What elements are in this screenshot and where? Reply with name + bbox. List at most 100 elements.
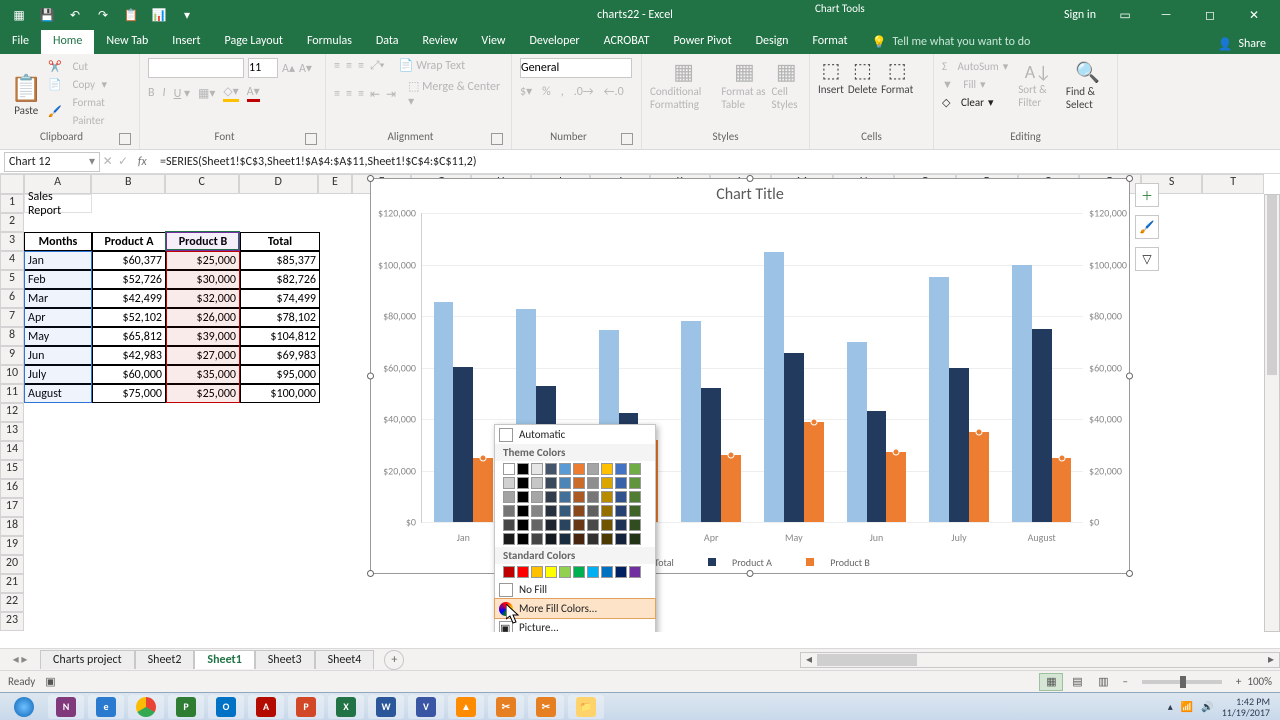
cell[interactable]: $82,726 — [240, 270, 320, 289]
taskbar-ie[interactable]: e — [88, 695, 124, 719]
cell[interactable]: $42,983 — [92, 346, 166, 365]
cell[interactable]: $74,499 — [240, 289, 320, 308]
taskbar-chrome[interactable] — [128, 695, 164, 719]
theme-color-chip[interactable] — [629, 505, 641, 517]
col-header[interactable]: D — [239, 174, 319, 194]
wraptext-button[interactable]: 📄 Wrap Text — [399, 58, 466, 73]
theme-color-chip[interactable] — [545, 519, 557, 531]
share-button[interactable]: 👤Share — [1203, 30, 1280, 54]
row-header[interactable]: 22 — [0, 593, 24, 612]
theme-color-chip[interactable] — [587, 519, 599, 531]
standard-color-chip[interactable] — [517, 566, 529, 578]
cell[interactable]: Product A — [92, 232, 166, 251]
theme-color-chip[interactable] — [601, 477, 613, 489]
fillcolor-button[interactable]: ◇▾ — [223, 84, 238, 102]
col-header[interactable]: C — [165, 174, 239, 194]
bold-button[interactable]: B — [148, 86, 155, 100]
number-launcher[interactable] — [621, 133, 633, 145]
cell[interactable]: $65,812 — [92, 327, 166, 346]
theme-color-chip[interactable] — [517, 505, 529, 517]
theme-color-chip[interactable] — [531, 463, 543, 475]
theme-color-chip[interactable] — [615, 491, 627, 503]
font-name-input[interactable] — [148, 58, 244, 78]
zoom-slider[interactable] — [1142, 680, 1222, 684]
tab-file[interactable]: File — [0, 30, 41, 54]
theme-color-chip[interactable] — [587, 533, 599, 545]
fill-button[interactable]: ▼ Fill ▾ — [942, 76, 1008, 94]
theme-color-chip[interactable] — [559, 463, 571, 475]
conditional-formatting-button[interactable]: ▦Conditional Formatting — [650, 58, 717, 111]
fontcolor-button[interactable]: A▾ — [247, 84, 260, 102]
theme-color-chip[interactable] — [629, 519, 641, 531]
tab-format[interactable]: Format — [800, 30, 859, 54]
col-header[interactable]: B — [91, 174, 165, 194]
automatic-option[interactable]: Automatic — [495, 425, 655, 444]
standard-color-chip[interactable] — [503, 566, 515, 578]
standard-color-chip[interactable] — [615, 566, 627, 578]
cell[interactable]: $25,000 — [166, 384, 240, 403]
theme-color-chip[interactable] — [545, 463, 557, 475]
tab-view[interactable]: View — [469, 30, 517, 54]
row-header[interactable]: 6 — [0, 289, 24, 308]
col-header[interactable]: E — [318, 174, 352, 194]
sort-filter-button[interactable]: A↓Sort & Filter — [1018, 61, 1058, 109]
zoom-out-button[interactable]: – — [1122, 675, 1127, 688]
fx-icon[interactable]: fx — [133, 155, 151, 169]
theme-color-chip[interactable] — [601, 519, 613, 531]
minimize-button[interactable]: — — [1144, 0, 1188, 30]
row-header[interactable]: 9 — [0, 346, 24, 365]
theme-color-chip[interactable] — [503, 505, 515, 517]
clear-button[interactable]: ◇ Clear ▾ — [942, 94, 1008, 112]
cell[interactable]: Sales Report — [24, 194, 92, 213]
comma-icon[interactable]: , — [561, 85, 564, 99]
taskbar-explorer[interactable]: 📁 — [568, 695, 604, 719]
formatpainter-button[interactable]: 🖌️ Format Painter — [48, 94, 131, 130]
theme-color-chip[interactable] — [615, 477, 627, 489]
row-header[interactable]: 18 — [0, 517, 24, 536]
cell[interactable]: $26,000 — [166, 308, 240, 327]
morecolors-option[interactable]: More Fill Colors... — [495, 599, 655, 618]
cell[interactable]: May — [24, 327, 92, 346]
theme-color-chip[interactable] — [503, 491, 515, 503]
taskbar-vlc[interactable]: ▲ — [448, 695, 484, 719]
italic-button[interactable]: I — [163, 86, 166, 100]
theme-color-chip[interactable] — [587, 491, 599, 503]
cell-styles-button[interactable]: ▦Cell Styles — [772, 58, 801, 111]
normal-view-button[interactable]: ▦ — [1039, 673, 1063, 691]
inc-font-icon[interactable]: A▴ — [282, 61, 295, 76]
indent-inc-icon[interactable]: ⇥ — [386, 87, 396, 102]
theme-color-chip[interactable] — [615, 519, 627, 531]
cell[interactable]: $60,377 — [92, 251, 166, 270]
cell[interactable]: $69,983 — [240, 346, 320, 365]
cell[interactable]: Total — [240, 232, 320, 251]
cell[interactable]: Months — [24, 232, 92, 251]
alignment-launcher[interactable] — [491, 133, 503, 145]
chart-styles-button[interactable]: 🖌️ — [1135, 215, 1159, 239]
standard-color-chip[interactable] — [587, 566, 599, 578]
sheet-tab-sheet3[interactable]: Sheet3 — [255, 650, 315, 669]
theme-color-chip[interactable] — [615, 533, 627, 545]
row-header[interactable]: 23 — [0, 612, 24, 631]
bar-producta[interactable] — [949, 368, 969, 523]
theme-color-chip[interactable] — [629, 477, 641, 489]
cell[interactable]: $42,499 — [92, 289, 166, 308]
zoom-in-button[interactable]: + — [1236, 675, 1241, 688]
tray-network-icon[interactable]: 📶 — [1181, 700, 1193, 713]
theme-color-chip[interactable] — [517, 477, 529, 489]
chart-legend[interactable]: Total Product A Product B — [371, 556, 1129, 569]
font-size-input[interactable] — [248, 58, 278, 78]
vertical-scrollbar[interactable] — [1264, 194, 1280, 632]
insert-cells-button[interactable]: ⬚Insert — [818, 58, 844, 96]
theme-color-chip[interactable] — [531, 519, 543, 531]
bar-total[interactable] — [434, 302, 454, 522]
delete-cells-button[interactable]: ⬚Delete — [848, 58, 877, 96]
taskbar-outlook[interactable]: O — [208, 695, 244, 719]
font-launcher[interactable] — [305, 133, 317, 145]
taskbar-onenote[interactable]: N — [48, 695, 84, 719]
cell[interactable]: Jan — [24, 251, 92, 270]
save-icon[interactable]: 💾 — [34, 2, 60, 28]
cell[interactable]: July — [24, 365, 92, 384]
align-left-icon[interactable]: ≡ — [334, 87, 340, 101]
tab-data[interactable]: Data — [364, 30, 411, 54]
theme-color-chip[interactable] — [559, 505, 571, 517]
